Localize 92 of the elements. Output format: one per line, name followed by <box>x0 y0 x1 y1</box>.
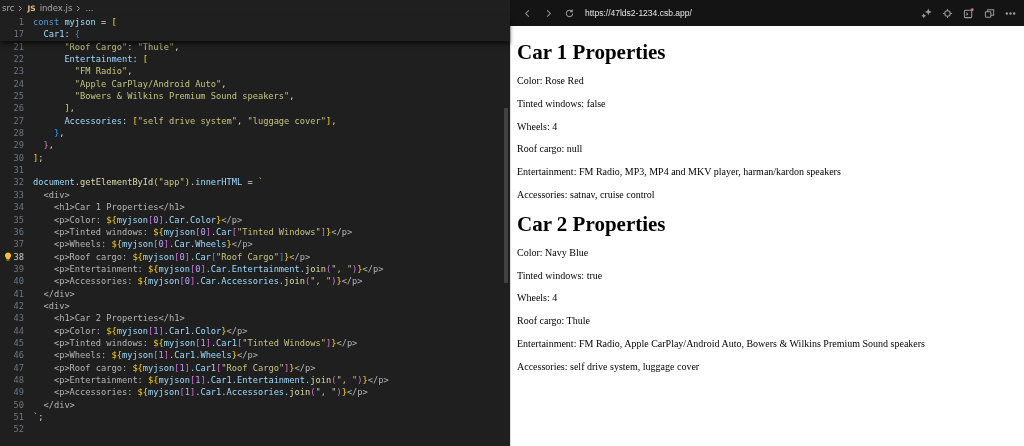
line-number: 33 <box>13 188 24 202</box>
line-number: 28 <box>13 127 24 140</box>
line-number: 27 <box>13 114 24 128</box>
line-number: 22 <box>13 53 24 66</box>
code-text: <p>Color: ${myjson[1].Car1.Color}</p> <box>52 324 248 337</box>
line-number: 36 <box>13 225 24 239</box>
line-number: 25 <box>13 90 24 103</box>
line-number: 37 <box>13 238 24 251</box>
line-number: 26 <box>13 102 24 115</box>
code-text: ], <box>63 102 75 115</box>
code-text: </div> <box>42 287 75 300</box>
property-text: Tinted windows: true <box>517 269 604 281</box>
breadcrumb-folder[interactable]: src <box>2 3 15 13</box>
property-text: Wheels: 4 <box>517 292 559 304</box>
code-text: }, <box>52 127 65 140</box>
page-heading: Car 2 Properties <box>517 211 667 237</box>
line-number: 23 <box>13 65 24 78</box>
code-text: <h1>Car 2 Properties</h1> <box>52 312 185 325</box>
property-text: Color: Rose Red <box>517 75 585 86</box>
property-text: Color: Navy Blue <box>517 246 590 258</box>
line-number: 17 <box>13 28 24 41</box>
line-number: 49 <box>13 386 24 399</box>
code-text: <p>Entertainment: ${myjson[1].Car1.Entertainment.join(", ")}</p> <box>52 373 389 387</box>
target-icon[interactable] <box>942 7 953 19</box>
property-text: Roof cargo: Thule <box>517 315 591 327</box>
code-text: <p>Roof cargo: ${myjson[1].Car1["Roof Cargo"]}</p> <box>52 361 316 374</box>
line-number: 48 <box>13 373 24 387</box>
line-number: 50 <box>13 398 24 411</box>
code-text: <p>Entertainment: ${myjson[0].Car.Entertainment.join(", ")}</p> <box>52 262 384 276</box>
line-number: 34 <box>13 201 24 214</box>
code-text: <p>Tinted windows: ${myjson[1].Car1["Tinted Windows"]}</p> <box>52 336 358 350</box>
page-heading: Car 1 Properties <box>517 40 667 65</box>
property-text: Roof cargo: null <box>517 143 584 155</box>
line-number: 1 <box>18 16 24 29</box>
code-text: `; <box>33 411 44 424</box>
code-text: const myjson = [ <box>33 16 117 29</box>
line-number: 39 <box>13 262 24 276</box>
property-text: Tinted windows: false <box>517 97 607 109</box>
chevron-right-icon <box>18 4 24 12</box>
line-number: 51 <box>13 411 24 424</box>
tabs-icon[interactable] <box>984 7 995 19</box>
property-text: Entertainment: FM Radio, Apple CarPlay/Android Auto, Bowers & Wilkins Premium Sound speakers <box>517 337 926 349</box>
line-number: 45 <box>13 336 24 350</box>
terminal-icon[interactable] <box>963 7 974 19</box>
line-number: 31 <box>13 164 24 177</box>
code-text: <p>Wheels: ${myjson[0].Car.Wheels}</p> <box>52 238 253 251</box>
code-text: <div> <box>42 188 70 202</box>
code-text: }, <box>42 139 54 152</box>
sparkle-icon[interactable] <box>921 7 932 19</box>
code-text: <div> <box>42 299 70 313</box>
property-text: Entertainment: FM Radio, MP3, MP4 and MKV player, harman/kardon speakers <box>517 166 842 178</box>
code-text: "Bowers & Wilkins Premium Sound speakers", <box>73 90 295 103</box>
code-text: <p>Tinted windows: ${myjson[0].Car["Tinted Windows"]}</p> <box>52 225 353 239</box>
code-text: "Roof Cargo": "Thule", <box>63 40 180 54</box>
line-number: 21 <box>13 40 24 54</box>
line-number: 38 <box>13 250 24 263</box>
code-text: <p>Accessories: ${myjson[1].Car1.Accessories.join(", ")}</p> <box>52 386 368 399</box>
line-number: 35 <box>13 213 24 226</box>
code-text: ]; <box>33 151 44 165</box>
line-number: 40 <box>13 275 24 288</box>
code-text: </div> <box>42 398 75 411</box>
code-text: Car1: { <box>42 28 81 41</box>
breadcrumb-file[interactable]: index.js <box>39 3 73 13</box>
code-text: document.getElementById("app").innerHTML = ` <box>33 176 264 189</box>
line-number: 47 <box>13 361 24 374</box>
line-number: 30 <box>13 151 24 165</box>
line-number: 29 <box>13 139 24 152</box>
line-number: 52 <box>13 423 24 436</box>
breadcrumb-more[interactable]: ... <box>85 3 94 13</box>
line-number: 32 <box>13 176 24 189</box>
chevron-right-icon <box>76 4 82 12</box>
line-number: 24 <box>13 77 24 91</box>
property-text: Wheels: 4 <box>517 120 559 132</box>
line-number: 41 <box>13 287 24 300</box>
property-text: Accessories: self drive system, luggage cover <box>517 360 701 372</box>
line-number: 44 <box>13 324 24 337</box>
code-text: <p>Wheels: ${myjson[1].Car1.Wheels}</p> <box>52 349 258 362</box>
code-text: "Apple CarPlay/Android Auto", <box>73 77 227 91</box>
code-text: <p>Color: ${myjson[0].Car.Color}</p> <box>52 213 243 226</box>
lightbulb-icon[interactable] <box>4 252 12 262</box>
line-number: 46 <box>13 349 24 362</box>
code-text: "FM Radio", <box>73 65 133 78</box>
code-text: <p>Accessories: ${myjson[0].Car.Accessories.join(", ")}</p> <box>52 275 363 288</box>
property-text: Accessories: satnav, cruise control <box>517 189 656 200</box>
code-text: <p>Roof cargo: ${myjson[0].Car["Roof Cargo"]}</p> <box>52 250 311 263</box>
reload-icon[interactable] <box>564 7 575 19</box>
line-number: 43 <box>13 312 24 325</box>
code-text: Accessories: ["self drive system", "luggage cover"], <box>63 114 337 128</box>
line-number: 42 <box>13 299 24 313</box>
code-text: Entertainment: [ <box>63 53 149 66</box>
scrollbar-thumb[interactable] <box>504 108 508 283</box>
code-text: <h1>Car 1 Properties</h1> <box>52 201 185 214</box>
